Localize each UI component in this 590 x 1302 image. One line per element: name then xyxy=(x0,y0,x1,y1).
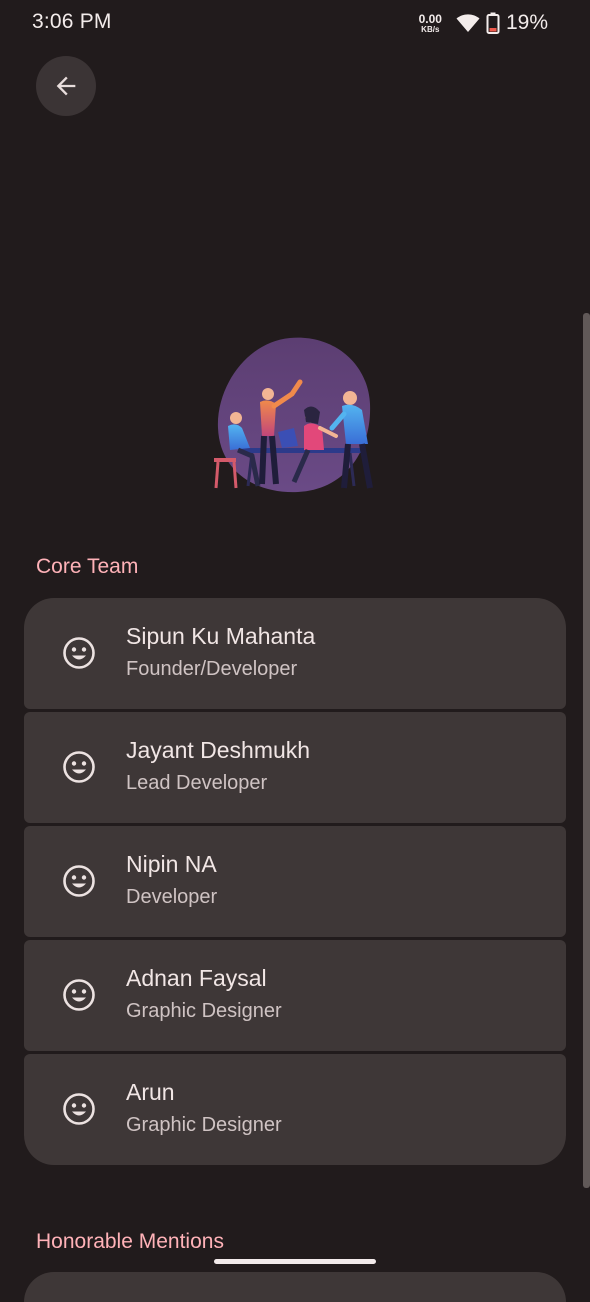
honorable-mentions-header: Honorable Mentions xyxy=(36,1230,224,1253)
wifi-icon xyxy=(456,14,480,32)
status-bar: 3:06 PM 0.00 KB/s 19% xyxy=(0,0,590,44)
member-role: Founder/Developer xyxy=(126,658,298,680)
team-member-item[interactable]: Nipin NA Developer xyxy=(24,826,566,937)
team-illustration xyxy=(214,337,373,493)
network-speed-value: 0.00 xyxy=(418,11,442,26)
status-icons: 0.00 KB/s 19% xyxy=(419,10,548,36)
member-name: Jayant Deshmukh xyxy=(126,737,311,763)
smile-icon xyxy=(63,979,95,1011)
member-role: Graphic Designer xyxy=(126,1114,282,1136)
honorable-mentions-list[interactable] xyxy=(24,1272,566,1302)
scrollbar[interactable] xyxy=(583,313,590,1188)
team-member-item[interactable]: Adnan Faysal Graphic Designer xyxy=(24,940,566,1051)
back-button[interactable] xyxy=(36,56,96,116)
network-speed: 0.00 KB/s xyxy=(419,13,442,34)
battery-icon xyxy=(486,12,500,34)
smile-icon xyxy=(63,637,95,669)
member-name: Nipin NA xyxy=(126,851,217,877)
team-list: Sipun Ku Mahanta Founder/Developer Jayan… xyxy=(24,598,566,1165)
battery-percentage: 19% xyxy=(505,11,548,34)
team-member-item[interactable]: Sipun Ku Mahanta Founder/Developer xyxy=(24,598,566,709)
member-role: Graphic Designer xyxy=(126,1000,282,1022)
network-speed-unit: KB/s xyxy=(421,24,440,34)
smile-icon xyxy=(63,865,95,897)
member-role: Developer xyxy=(126,886,218,908)
member-name: Arun xyxy=(126,1079,175,1105)
gesture-navigation-bar[interactable] xyxy=(214,1259,376,1264)
status-time: 3:06 PM xyxy=(32,10,112,33)
member-name: Adnan Faysal xyxy=(126,965,267,991)
smile-icon xyxy=(63,1093,95,1125)
smile-icon xyxy=(63,751,95,783)
back-arrow-icon xyxy=(56,76,76,96)
member-name: Sipun Ku Mahanta xyxy=(126,623,316,649)
core-team-header: Core Team xyxy=(36,555,139,578)
team-member-item[interactable]: Arun Graphic Designer xyxy=(24,1054,566,1165)
team-member-item[interactable]: Jayant Deshmukh Lead Developer xyxy=(24,712,566,823)
member-role: Lead Developer xyxy=(126,772,268,794)
